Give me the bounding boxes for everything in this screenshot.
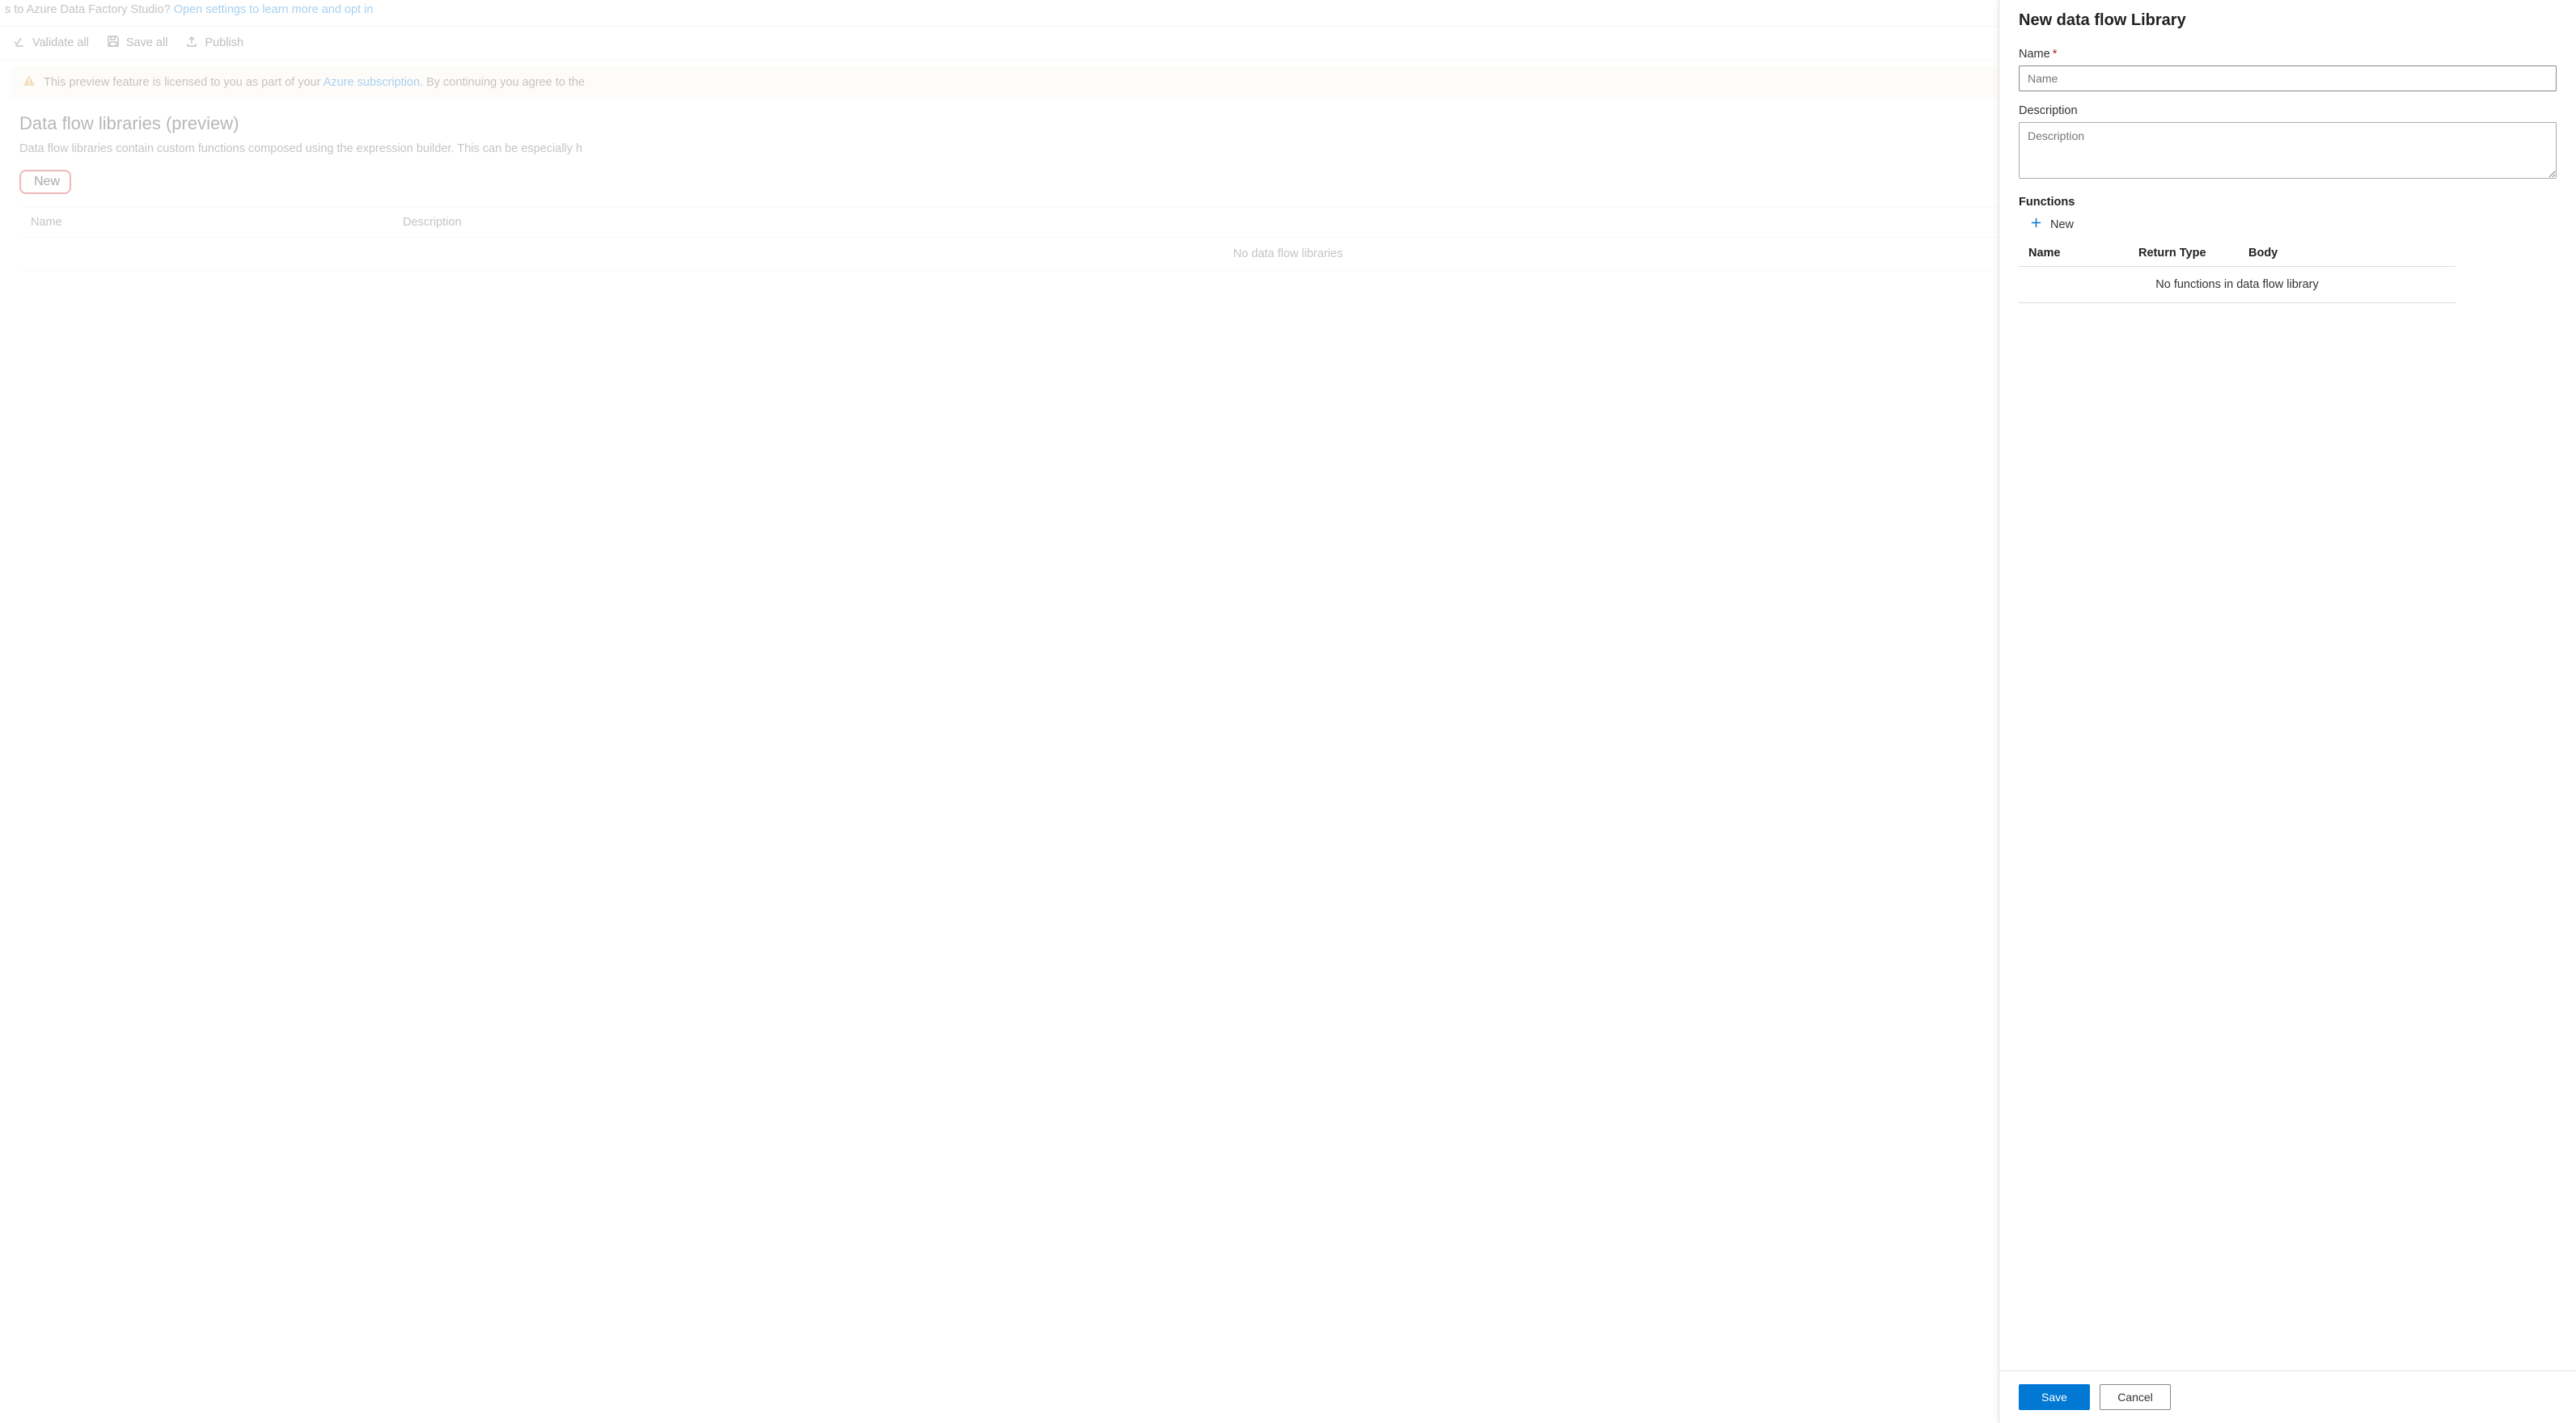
description-label: Description — [2019, 104, 2557, 117]
cancel-button[interactable]: Cancel — [2100, 1384, 2171, 1410]
save-all-label: Save all — [126, 36, 168, 49]
functions-table: Name Return Type Body No functions in da… — [2019, 240, 2455, 303]
panel-title: New data flow Library — [2019, 11, 2557, 30]
new-library-label: New — [34, 175, 60, 189]
col-header-name: Name — [31, 216, 403, 229]
name-input[interactable] — [2019, 65, 2557, 91]
opt-in-banner-text: s to Azure Data Factory Studio? — [5, 3, 174, 16]
validate-all-label: Validate all — [32, 36, 89, 49]
functions-empty-message: No functions in data flow library — [2019, 267, 2455, 303]
checkmark-icon — [13, 35, 26, 51]
panel-footer: Save Cancel — [1999, 1370, 2576, 1423]
new-function-label: New — [2050, 218, 2074, 231]
name-label: Name* — [2019, 48, 2557, 61]
preview-license-text: This preview feature is licensed to you … — [44, 76, 585, 89]
validate-all-button[interactable]: Validate all — [13, 35, 89, 51]
publish-icon — [185, 35, 198, 51]
new-library-panel: New data flow Library Name* Description … — [1999, 0, 2576, 1423]
warning-icon — [23, 74, 36, 91]
new-library-button[interactable]: New — [19, 170, 71, 194]
new-function-button[interactable]: New — [2019, 212, 2080, 237]
save-button[interactable]: Save — [2019, 1384, 2090, 1410]
functions-table-header: Name Return Type Body — [2019, 240, 2455, 267]
col-header-description: Description — [403, 216, 462, 229]
azure-subscription-link[interactable]: Azure subscription — [324, 76, 420, 89]
panel-body: New data flow Library Name* Description … — [1999, 0, 2576, 1370]
publish-label: Publish — [205, 36, 243, 49]
save-all-button[interactable]: Save all — [107, 35, 168, 51]
functions-section-label: Functions — [2019, 196, 2557, 209]
description-input[interactable] — [2019, 122, 2557, 179]
opt-in-link[interactable]: Open settings to learn more and opt in — [174, 3, 374, 16]
save-icon — [107, 35, 120, 51]
publish-button[interactable]: Publish — [185, 35, 243, 51]
fn-col-header-name: Name — [2028, 247, 2138, 260]
fn-col-header-body: Body — [2248, 247, 2446, 260]
plus-icon — [2030, 217, 2042, 232]
fn-col-header-return-type: Return Type — [2138, 247, 2248, 260]
required-asterisk: * — [2053, 48, 2058, 61]
